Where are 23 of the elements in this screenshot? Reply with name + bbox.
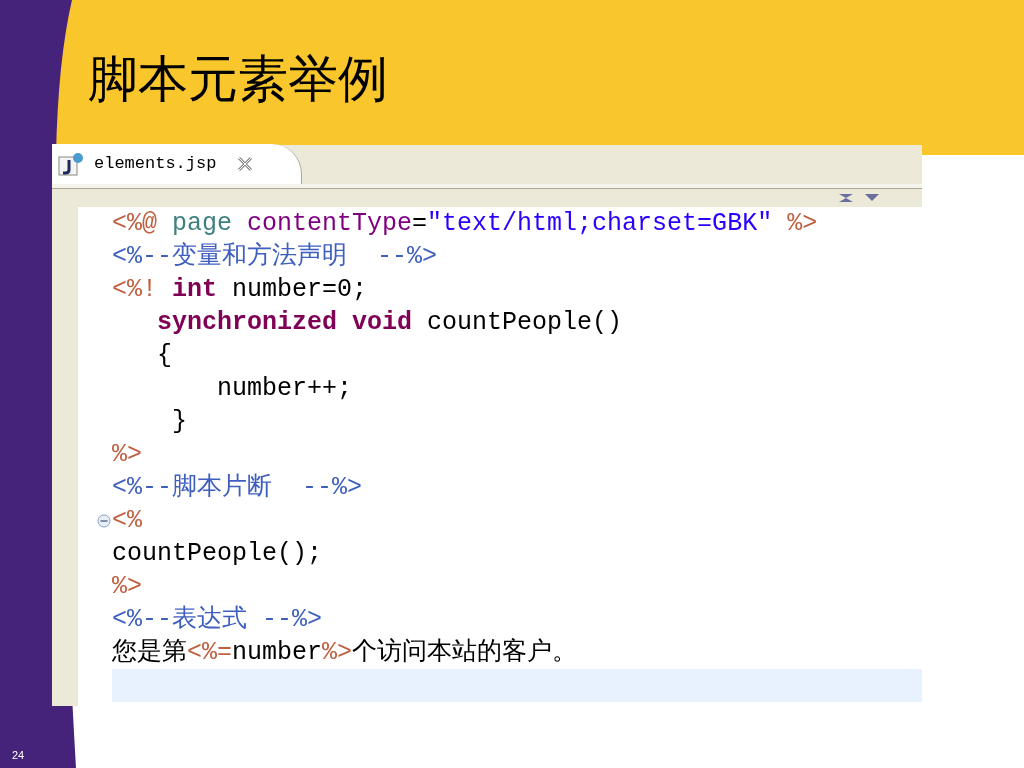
code-line: <%--表达式 --%> (112, 604, 323, 636)
collapse-icon[interactable] (97, 513, 111, 528)
code-line: <%--脚本片断 --%> (112, 472, 363, 504)
code-line: { (156, 340, 172, 372)
code-line: <%--变量和方法声明 --%> (112, 241, 438, 273)
code-line: countPeople(); (112, 538, 323, 570)
tab-label: elements.jsp (94, 153, 217, 176)
editor-tab[interactable]: elements.jsp (52, 144, 302, 184)
code-line: synchronized void countPeople() (156, 307, 623, 339)
code-line: <% (112, 505, 142, 537)
collapse-all-icon[interactable] (838, 193, 854, 203)
code-line: <%! int number=0; (112, 274, 368, 306)
jsp-file-icon (58, 152, 84, 176)
dropdown-arrow-icon[interactable] (864, 193, 880, 203)
code-line: %> (112, 439, 142, 471)
code-line: 您是第<%=number%>个访问本站的客户。 (112, 637, 578, 669)
code-line: %> (112, 571, 142, 603)
code-line: number++; (216, 373, 353, 405)
code-line: <%@ page contentType="text/html;charset=GBK" %> (112, 208, 818, 240)
page-number: 24 (12, 748, 25, 763)
close-icon[interactable] (236, 155, 255, 173)
slide-title: 脚本元素举例 (88, 49, 388, 110)
code-line: } (171, 406, 187, 438)
